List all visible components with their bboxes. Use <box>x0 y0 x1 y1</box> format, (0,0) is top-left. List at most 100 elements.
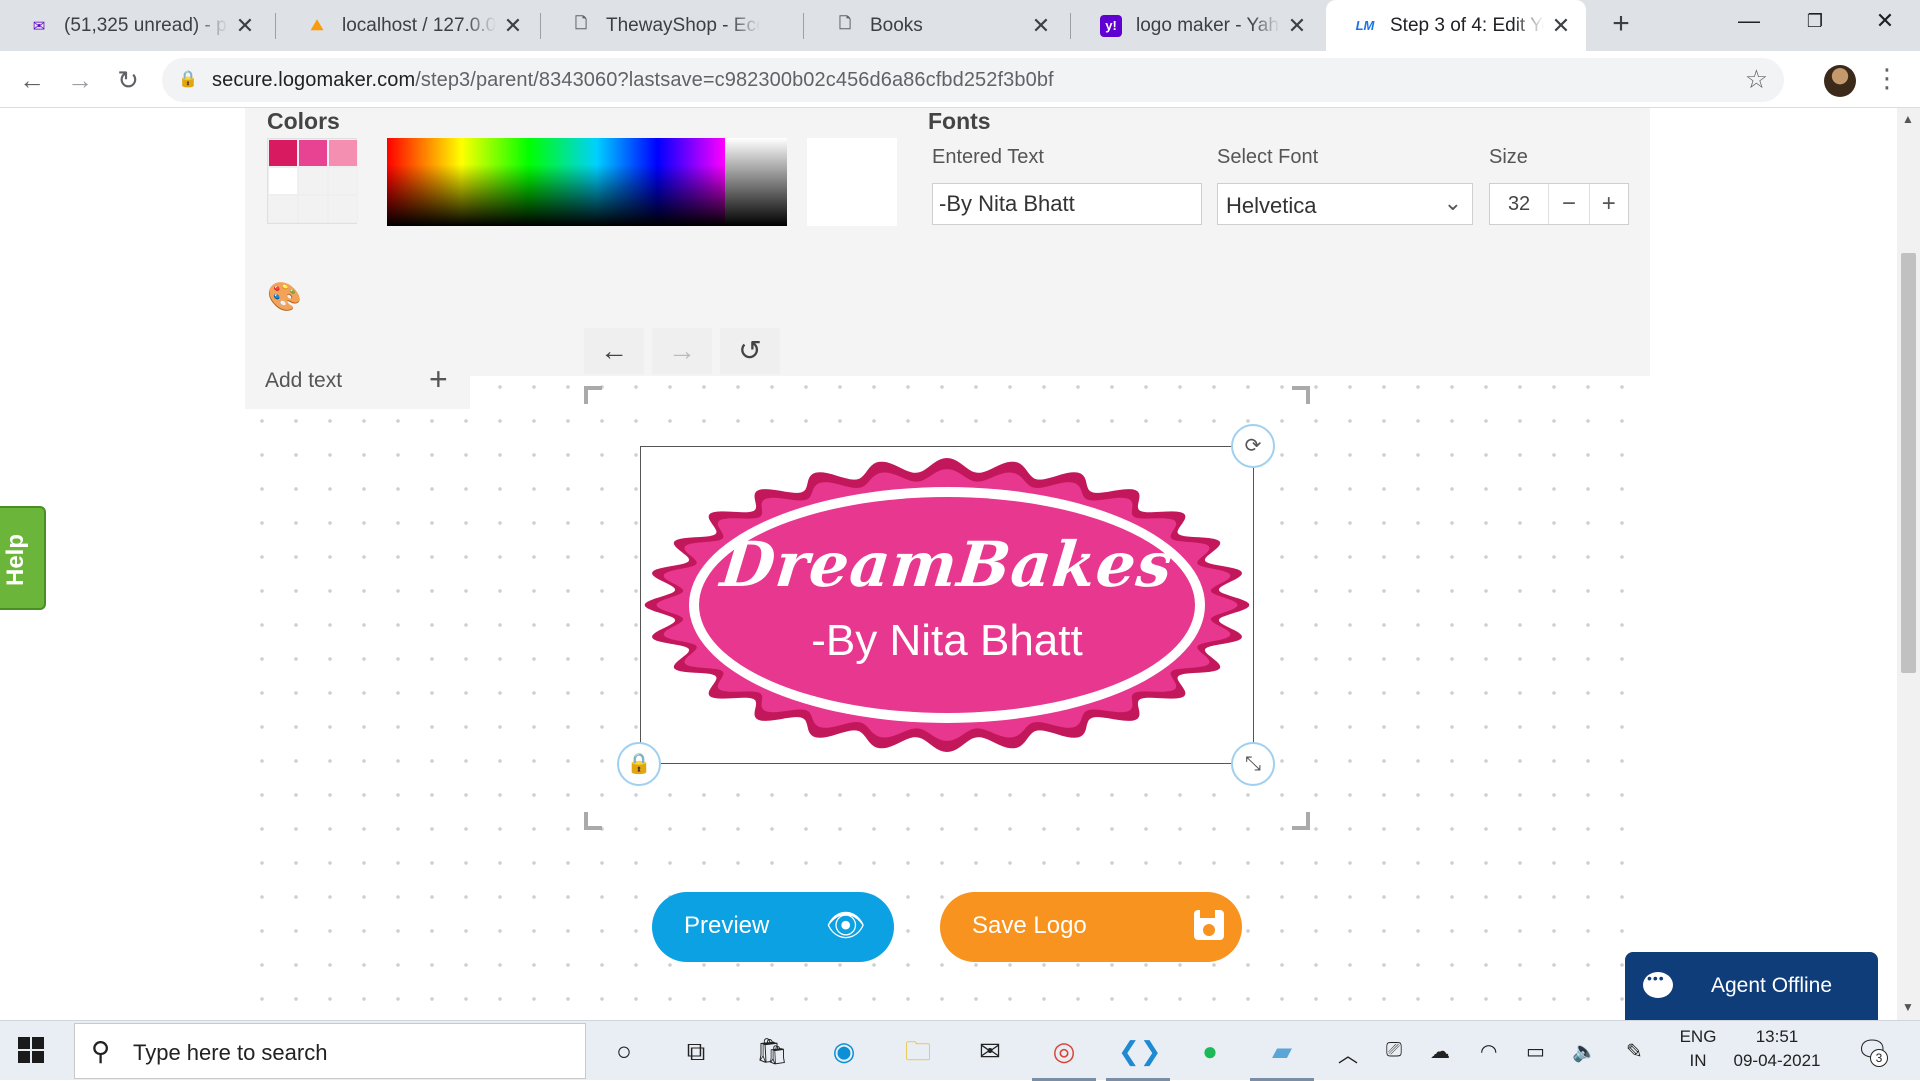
battery-icon[interactable]: ▭ <box>1526 1039 1545 1064</box>
color-swatch[interactable] <box>328 139 358 167</box>
lock-handle[interactable]: 🔒 <box>617 742 661 786</box>
address-bar[interactable]: 🔒 secure.logomaker.com/step3/parent/8343… <box>162 58 1784 102</box>
color-swatch[interactable] <box>268 167 298 195</box>
color-swatch[interactable] <box>268 195 298 223</box>
tab-title: Step 3 of 4: Edit Your <box>1390 14 1544 36</box>
notification-center-icon[interactable]: 🗨3 <box>1856 1035 1889 1067</box>
page-content: Colors Fonts Entered Text Select Font Si… <box>0 108 1920 1020</box>
file-explorer-icon[interactable]: 🗀 <box>898 1031 938 1071</box>
palette-icon: 🎨 <box>267 281 302 312</box>
add-text-button[interactable]: Add text + <box>245 353 470 409</box>
logomaker-icon: LM <box>1355 18 1375 33</box>
logo-subtitle[interactable]: -By Nita Bhatt <box>662 616 1232 666</box>
color-swatch[interactable] <box>328 167 358 195</box>
color-swatch[interactable] <box>298 195 328 223</box>
reload-button[interactable]: ↻ <box>108 60 148 100</box>
font-size-value[interactable]: 32 <box>1490 184 1550 224</box>
store-icon[interactable]: 🛍 <box>752 1031 792 1071</box>
browser-tab-thewayshop[interactable]: 🗋 ThewayShop - Ecom ✕ <box>542 0 802 51</box>
scroll-down-icon[interactable]: ▼ <box>1902 1000 1914 1014</box>
agent-offline-chat[interactable]: Agent Offline <box>1625 952 1878 1020</box>
scroll-up-icon[interactable]: ▲ <box>1902 112 1914 126</box>
browser-menu-icon[interactable]: ⋮ <box>1874 63 1900 94</box>
font-size-stepper[interactable]: 32 − + <box>1489 183 1629 225</box>
clock[interactable]: 13:51 09-04-2021 <box>1722 1025 1832 1073</box>
notepad-icon[interactable]: ▰ <box>1250 1031 1314 1081</box>
save-logo-button[interactable]: Save Logo <box>940 892 1242 962</box>
onedrive-icon[interactable]: ☁ <box>1430 1039 1450 1064</box>
url-text[interactable]: secure.logomaker.com/step3/parent/834306… <box>212 69 1054 92</box>
font-select[interactable]: Helvetica ⌄ <box>1217 183 1473 225</box>
browser-tab-localhost[interactable]: ⛰ localhost / 127.0.0.1 ✕ <box>278 0 538 51</box>
workarea-corner <box>1292 812 1310 830</box>
back-button[interactable]: ← <box>12 60 52 100</box>
color-swatch[interactable] <box>268 139 298 167</box>
decrease-size-button[interactable]: − <box>1549 184 1588 224</box>
wifi-icon[interactable]: ◠ <box>1480 1039 1497 1064</box>
rotate-handle[interactable]: ⟳ <box>1231 424 1275 468</box>
color-swatches <box>267 138 358 224</box>
windows-taskbar: ⚲ Type here to search ○ ⧉ 🛍 ◉ 🗀 ✉ ◎ ❮❯ ●… <box>0 1020 1920 1081</box>
scrollbar-thumb[interactable] <box>1901 253 1916 673</box>
reset-button[interactable]: ↺ <box>720 328 780 374</box>
redo-button[interactable]: → <box>652 328 712 374</box>
browser-tab-yahoo-mail[interactable]: ✉ (51,325 unread) - pal ✕ <box>0 0 270 51</box>
task-view-icon[interactable]: ⧉ <box>676 1031 716 1071</box>
logo-badge[interactable] <box>644 450 1250 760</box>
entered-text-input[interactable] <box>932 183 1202 225</box>
select-font-label: Select Font <box>1217 146 1319 168</box>
volume-icon[interactable]: 🔈 <box>1572 1039 1597 1064</box>
chrome-icon[interactable]: ◎ <box>1032 1031 1096 1081</box>
close-tab-icon[interactable]: ✕ <box>1286 13 1308 39</box>
lang-bottom: IN <box>1689 1051 1707 1070</box>
mail-icon[interactable]: ✉ <box>970 1031 1010 1071</box>
edge-icon[interactable]: ◉ <box>824 1031 864 1071</box>
size-label: Size <box>1489 146 1528 168</box>
windows-start-icon[interactable] <box>18 1037 44 1063</box>
close-tab-icon[interactable]: ✕ <box>502 13 524 39</box>
forward-button[interactable]: → <box>60 60 100 100</box>
close-window-button[interactable]: ✕ <box>1850 0 1920 44</box>
palette-tab[interactable]: 🎨 <box>245 268 319 328</box>
bookmark-star-icon[interactable]: ☆ <box>1745 64 1768 95</box>
spotify-icon[interactable]: ● <box>1190 1031 1230 1071</box>
color-swatch[interactable] <box>328 195 358 223</box>
pen-icon[interactable]: ✎ <box>1626 1039 1643 1064</box>
restore-button[interactable]: ❐ <box>1780 0 1850 44</box>
taskbar-search-placeholder: Type here to search <box>133 1040 328 1065</box>
browser-tab-logomaker[interactable]: LM Step 3 of 4: Edit Your ✕ <box>1326 0 1586 51</box>
page-scrollbar[interactable]: ▲ ▼ <box>1897 108 1920 1020</box>
colors-heading: Colors <box>267 108 340 134</box>
logo-title[interactable]: DreamBakes <box>658 528 1236 601</box>
tab-title: ThewayShop - Ecom <box>606 14 760 36</box>
undo-button[interactable]: ← <box>584 328 644 374</box>
meet-now-icon[interactable]: ⎚ <box>1386 1039 1402 1062</box>
color-spectrum-picker[interactable] <box>387 138 725 226</box>
new-tab-button[interactable]: + <box>1604 8 1638 42</box>
profile-avatar[interactable] <box>1824 65 1856 97</box>
toolbar: ← → ↻ 🔒 secure.logomaker.com/step3/paren… <box>0 51 1920 108</box>
browser-tab-yahoo-search[interactable]: y! logo maker - Yahoo ✕ <box>1072 0 1322 51</box>
yahoo-mail-icon: ✉ <box>32 17 46 35</box>
language-indicator[interactable]: ENG IN <box>1676 1025 1720 1073</box>
tray-overflow-icon[interactable]: ︿ <box>1338 1039 1358 1068</box>
close-tab-icon[interactable]: ✕ <box>1030 13 1052 39</box>
workarea-corner <box>584 386 602 404</box>
increase-size-button[interactable]: + <box>1588 184 1628 224</box>
preview-button[interactable]: Preview 👁 <box>652 892 894 962</box>
minimize-button[interactable]: — <box>1714 0 1784 44</box>
vscode-icon[interactable]: ❮❯ <box>1106 1031 1170 1081</box>
fonts-heading: Fonts <box>928 108 991 134</box>
close-tab-icon[interactable]: ✕ <box>1550 13 1572 39</box>
tab-title: (51,325 unread) - pal <box>64 14 228 36</box>
help-label: Help <box>2 533 30 587</box>
close-tab-icon[interactable]: ✕ <box>234 13 256 39</box>
resize-handle[interactable]: ⤡ <box>1231 742 1275 786</box>
brightness-slider[interactable] <box>725 138 787 226</box>
cortana-icon[interactable]: ○ <box>604 1031 644 1071</box>
browser-tab-books[interactable]: 🗋 Books ✕ <box>806 0 1066 51</box>
color-swatch[interactable] <box>298 139 328 167</box>
taskbar-search[interactable]: ⚲ Type here to search <box>74 1023 586 1079</box>
help-tab[interactable]: Help <box>0 506 46 610</box>
color-swatch[interactable] <box>298 167 328 195</box>
